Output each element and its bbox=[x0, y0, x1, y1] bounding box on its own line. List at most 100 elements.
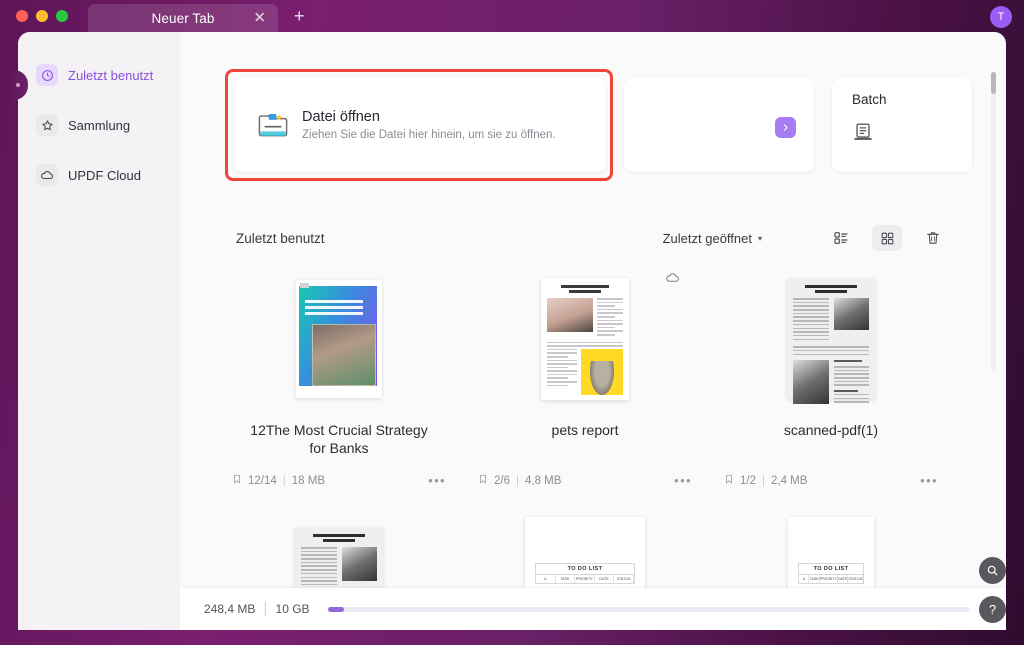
batch-card[interactable]: Batch bbox=[832, 78, 972, 172]
todo-col: STATUS bbox=[614, 575, 634, 583]
batch-stack-icon bbox=[852, 121, 972, 148]
file-tile[interactable]: scanned-pdf(1) 1/2 | 2,4 MB ••• bbox=[710, 258, 952, 501]
main-content: Datei öffnen Ziehen Sie die Datei hier h… bbox=[180, 32, 1006, 630]
folder-open-icon bbox=[256, 109, 290, 141]
file-name: scanned-pdf(1) bbox=[784, 422, 878, 440]
new-tab-icon[interactable]: + bbox=[294, 7, 305, 25]
sidebar-item-label: UPDF Cloud bbox=[68, 168, 141, 183]
thumbnail-todo: TO DO LIST # TASK PRIORITY DATE STATUS bbox=[525, 517, 645, 588]
trash-icon[interactable] bbox=[918, 225, 948, 251]
search-icon[interactable] bbox=[979, 557, 1006, 584]
tab-label: Neuer Tab bbox=[152, 11, 215, 26]
batch-title: Batch bbox=[852, 92, 972, 107]
file-meta: 1/2 | 2,4 MB ••• bbox=[724, 473, 938, 488]
chevron-right-icon[interactable] bbox=[775, 117, 796, 138]
recent-files-grid: 12The Most Crucial Strategy for Banks 12… bbox=[218, 258, 960, 588]
todo-col: TASK bbox=[809, 575, 819, 583]
minimize-window-button[interactable] bbox=[36, 10, 48, 22]
page-icon bbox=[232, 474, 242, 487]
page-icon bbox=[724, 474, 734, 487]
recent-toolbar-controls: Zuletzt geöffnet ▾ bbox=[663, 225, 948, 251]
todo-title: TO DO LIST bbox=[798, 563, 864, 575]
todo-col: STATUS bbox=[848, 575, 863, 583]
thumbnail-scan bbox=[787, 279, 875, 399]
file-tile[interactable]: TO DO LIST # TASK PRIORITY DATE STATUS bbox=[464, 507, 706, 588]
grid-view-icon[interactable] bbox=[872, 225, 902, 251]
updf-window: Neuer Tab ✕ + T Zuletzt benutzt bbox=[0, 0, 1024, 645]
file-tile[interactable]: 12The Most Crucial Strategy for Banks 12… bbox=[218, 258, 460, 501]
todo-col: TASK bbox=[556, 575, 576, 583]
sidebar-item-label: Sammlung bbox=[68, 118, 130, 133]
sidebar: Zuletzt benutzt Sammlung UPDF Cloud bbox=[18, 32, 180, 630]
file-meta: 2/6 | 4,8 MB ••• bbox=[478, 473, 692, 488]
help-icon[interactable]: ? bbox=[979, 596, 1006, 623]
file-thumbnail bbox=[232, 517, 446, 588]
secondary-action-card[interactable] bbox=[624, 78, 814, 172]
thumbnail-banks bbox=[296, 280, 382, 398]
open-file-card[interactable]: Datei öffnen Ziehen Sie die Datei hier h… bbox=[234, 78, 606, 172]
thumbnail-scan-2 bbox=[295, 528, 383, 588]
app-shell: Zuletzt benutzt Sammlung UPDF Cloud bbox=[18, 32, 1006, 630]
todo-header-row: # TASK PRIORITY DATE STATUS bbox=[535, 575, 635, 584]
maximize-window-button[interactable] bbox=[56, 10, 68, 22]
todo-col: DATE bbox=[595, 575, 615, 583]
window-controls bbox=[16, 10, 68, 22]
storage-total: 10 GB bbox=[276, 602, 310, 616]
sidebar-item-collection[interactable]: Sammlung bbox=[30, 108, 168, 142]
avatar[interactable]: T bbox=[990, 6, 1012, 28]
todo-col: DATE bbox=[838, 575, 848, 583]
title-bar: Neuer Tab ✕ + T bbox=[0, 0, 1024, 32]
file-name: pets report bbox=[552, 422, 619, 440]
cloud-icon bbox=[36, 164, 58, 186]
todo-header-row: # TASK PRIORITY DATE STATUS bbox=[798, 575, 864, 584]
thumbnail-todo: TO DO LIST # TASK PRIORITY DATE STATUS bbox=[788, 517, 874, 588]
recent-heading: Zuletzt benutzt bbox=[236, 231, 325, 246]
todo-col: # bbox=[799, 575, 809, 583]
file-pages: 2/6 bbox=[494, 475, 510, 487]
scrollbar-thumb[interactable] bbox=[991, 72, 996, 94]
file-meta: 12/14 | 18 MB ••• bbox=[232, 473, 446, 488]
page-icon bbox=[478, 474, 488, 487]
todo-col: # bbox=[536, 575, 556, 583]
meta-separator: | bbox=[283, 475, 286, 487]
more-options-icon[interactable]: ••• bbox=[428, 473, 446, 488]
more-options-icon[interactable]: ••• bbox=[920, 473, 938, 488]
file-pages: 12/14 bbox=[248, 475, 277, 487]
file-tile[interactable]: TO DO LIST # TASK PRIORITY DATE STATUS bbox=[710, 507, 952, 588]
list-view-icon[interactable] bbox=[826, 225, 856, 251]
sidebar-item-label: Zuletzt benutzt bbox=[68, 68, 153, 83]
meta-separator: | bbox=[516, 475, 519, 487]
open-file-title: Datei öffnen bbox=[302, 109, 556, 125]
star-icon bbox=[36, 114, 58, 136]
file-thumbnail: TO DO LIST # TASK PRIORITY DATE STATUS bbox=[478, 517, 692, 588]
file-thumbnail bbox=[478, 268, 692, 410]
floating-buttons: ? bbox=[979, 557, 1006, 623]
recent-toolbar: Zuletzt benutzt Zuletzt geöffnet ▾ bbox=[236, 222, 948, 254]
vertical-scrollbar[interactable] bbox=[991, 72, 996, 372]
sort-dropdown[interactable]: Zuletzt geöffnet ▾ bbox=[663, 231, 762, 246]
todo-col: PRIORITY bbox=[575, 575, 595, 583]
todo-title: TO DO LIST bbox=[535, 563, 635, 575]
todo-col: PRIORITY bbox=[820, 575, 838, 583]
clock-icon bbox=[36, 64, 58, 86]
file-tile[interactable]: pets report 2/6 | 4,8 MB ••• bbox=[464, 258, 706, 501]
chevron-down-icon: ▾ bbox=[758, 234, 762, 243]
file-tile[interactable] bbox=[218, 507, 460, 588]
file-size: 18 MB bbox=[292, 475, 325, 487]
action-cards: Datei öffnen Ziehen Sie die Datei hier h… bbox=[234, 78, 972, 172]
close-icon[interactable]: ✕ bbox=[253, 11, 266, 26]
file-size: 2,4 MB bbox=[771, 475, 807, 487]
file-pages: 1/2 bbox=[740, 475, 756, 487]
close-window-button[interactable] bbox=[16, 10, 28, 22]
open-file-texts: Datei öffnen Ziehen Sie die Datei hier h… bbox=[302, 109, 556, 141]
sidebar-item-cloud[interactable]: UPDF Cloud bbox=[30, 158, 168, 192]
sidebar-item-recent[interactable]: Zuletzt benutzt bbox=[30, 58, 168, 92]
more-options-icon[interactable]: ••• bbox=[674, 473, 692, 488]
browser-tab[interactable]: Neuer Tab ✕ bbox=[88, 4, 278, 32]
file-thumbnail bbox=[724, 268, 938, 410]
storage-progress-fill bbox=[328, 607, 344, 612]
sort-label: Zuletzt geöffnet bbox=[663, 231, 752, 246]
storage-progress-bar bbox=[328, 607, 970, 612]
file-thumbnail bbox=[232, 268, 446, 410]
storage-separator: | bbox=[263, 600, 267, 618]
